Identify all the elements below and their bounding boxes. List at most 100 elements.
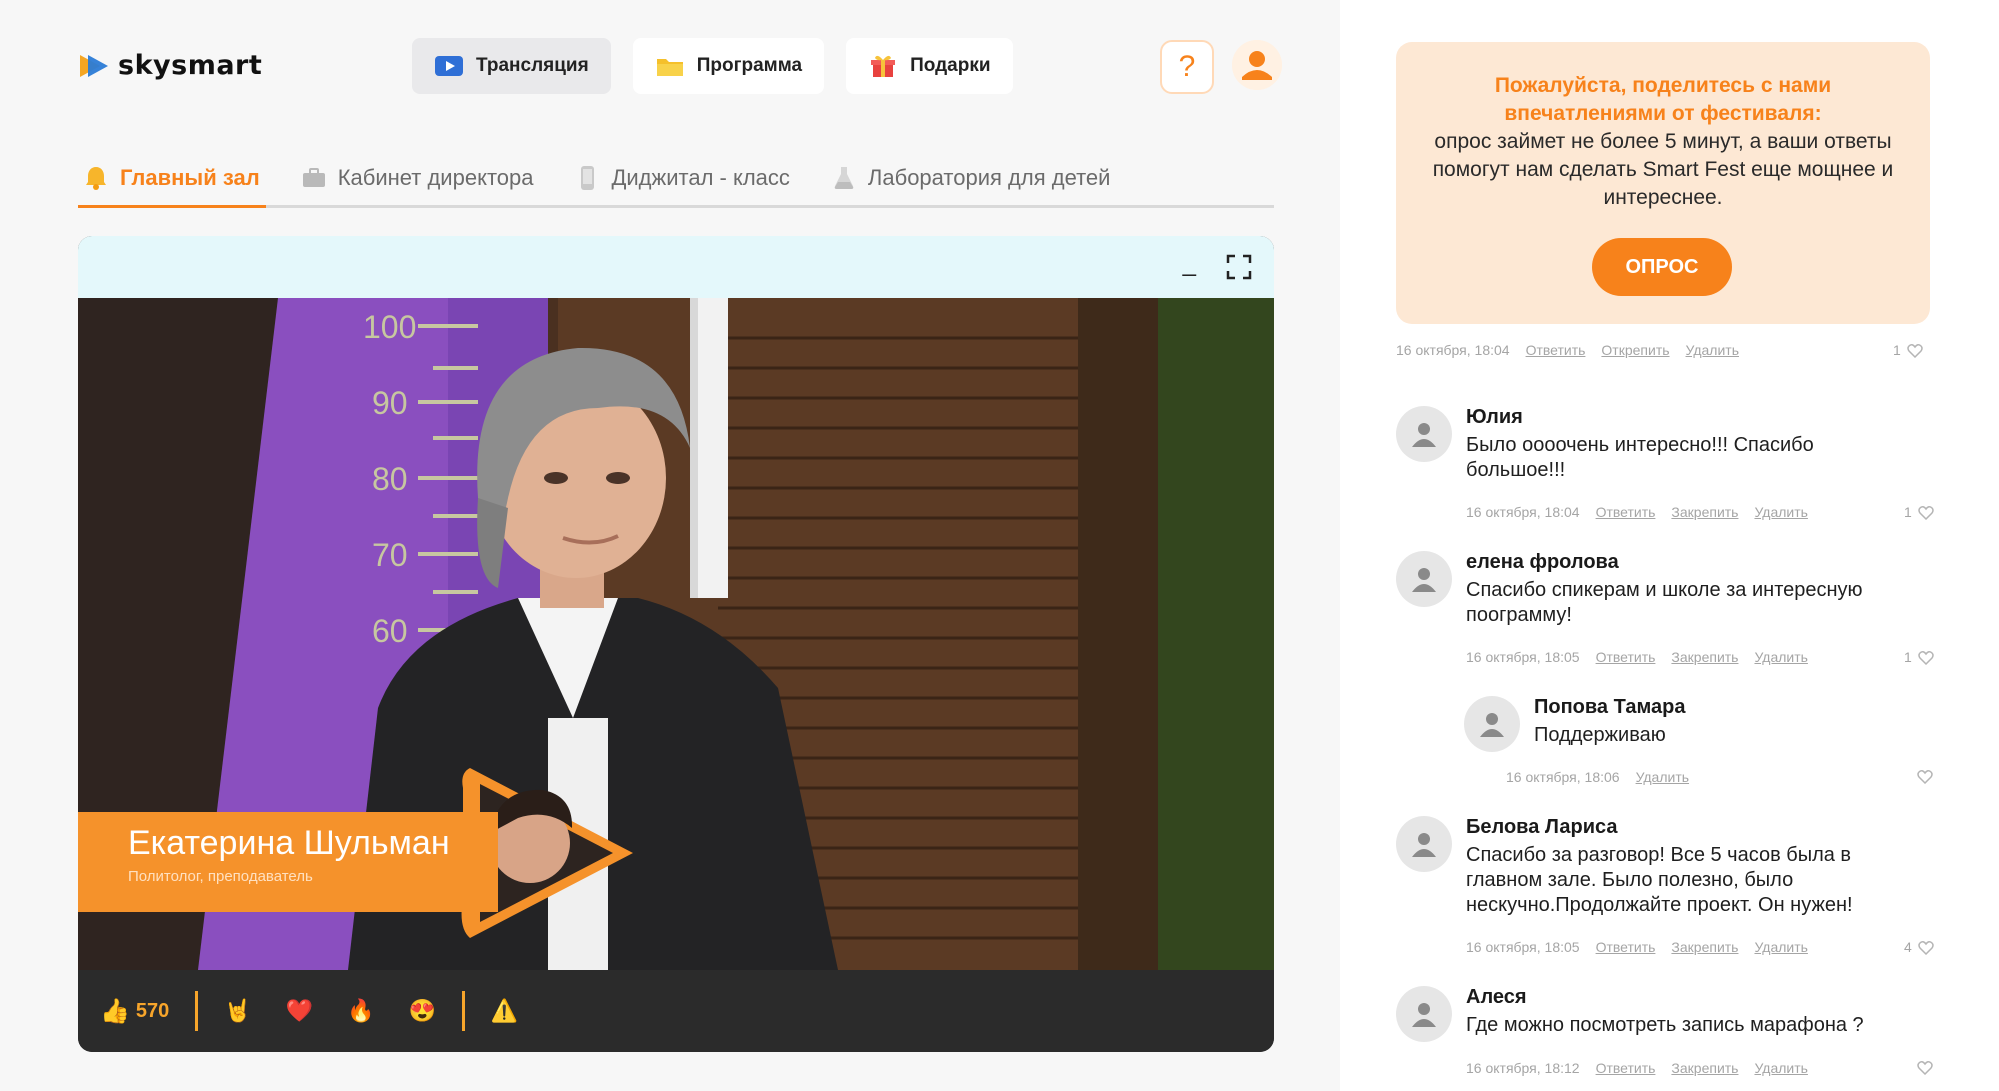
reactions-bar: 👍 570 🤘 ❤️ 🔥 😍 ⚠️ <box>78 970 1274 1052</box>
tab-director-office[interactable]: Кабинет директора <box>296 150 540 205</box>
poll-date: 16 октября, 18:04 <box>1396 342 1510 358</box>
user-placeholder-icon <box>1412 833 1436 857</box>
comment-meta: 16 октября, 18:12 Ответить Закрепить Уда… <box>1466 1060 1808 1076</box>
tab-kids-lab[interactable]: Лаборатория для детей <box>826 150 1117 205</box>
comment-pin-link[interactable]: Закрепить <box>1671 649 1738 665</box>
nav-gifts-label: Подарки <box>910 55 991 76</box>
top-navigation: Трансляция Программа Подарки <box>412 38 1013 94</box>
play-icon <box>435 56 463 76</box>
comment-avatar <box>1464 696 1520 752</box>
comment-author: Юлия <box>1466 406 1523 428</box>
comment-date: 16 октября, 18:04 <box>1466 504 1580 520</box>
poll-delete-link[interactable]: Удалить <box>1686 342 1739 358</box>
briefcase-icon <box>302 167 325 187</box>
comment-reply-link[interactable]: Ответить <box>1596 649 1656 665</box>
comment-like-button[interactable]: 1 <box>1904 504 1934 520</box>
comment-author: Белова Лариса <box>1466 816 1618 838</box>
comment-like-button[interactable]: 4 <box>1904 939 1934 955</box>
comment-like-button[interactable] <box>1917 1060 1933 1075</box>
scale-mark-70: 70 <box>372 537 408 573</box>
tab-digital-class-label: Диджитал - класс <box>611 164 790 190</box>
comment-pin-link[interactable]: Закрепить <box>1671 939 1738 955</box>
nav-program-button[interactable]: Программа <box>632 38 825 94</box>
gift-icon <box>871 55 896 77</box>
help-button[interactable]: ? <box>1160 40 1214 94</box>
like-count: 570 <box>135 999 170 1022</box>
fullscreen-icon[interactable] <box>1226 254 1252 280</box>
comment-item: Алеся Где можно посмотреть запись марафо… <box>1396 986 1936 1066</box>
comment-text: Спасибо спикерам и школе за интересную п… <box>1466 579 1863 626</box>
heart-outline-icon <box>1917 1060 1933 1075</box>
user-placeholder-icon <box>1412 423 1436 447</box>
folder-icon <box>656 59 683 76</box>
comment-date: 16 октября, 18:05 <box>1466 649 1580 665</box>
tab-main-hall[interactable]: Главный зал <box>78 150 266 208</box>
video-player: _ 100 90 80 70 60 Екатерина Шульман Поли… <box>78 236 1274 1052</box>
comment-delete-link[interactable]: Удалить <box>1636 769 1689 785</box>
comment-like-count: 1 <box>1904 504 1912 520</box>
video-frame[interactable]: 100 90 80 70 60 Екатерина Шульман Полито… <box>78 298 1274 970</box>
speaker-name: Екатерина Шульман <box>128 824 450 862</box>
comment-reply-item: Попова Тамара Поддерживаю <box>1464 696 1934 776</box>
comment-like-button[interactable]: 1 <box>1904 649 1934 665</box>
reactions-divider-2 <box>461 991 465 1031</box>
tab-digital-class[interactable]: Диджитал - класс <box>569 150 795 205</box>
hall-tabs: Главный зал Кабинет директора Диджитал -… <box>78 150 1274 208</box>
comment-author: елена фролова <box>1466 551 1619 573</box>
heart-outline-icon <box>1917 769 1933 784</box>
poll-meta: 16 октября, 18:04 Ответить Открепить Уда… <box>1396 342 1739 358</box>
minimize-button[interactable]: _ <box>1183 250 1196 278</box>
skysmart-logo[interactable]: skysmart <box>78 50 262 81</box>
poll-reply-link[interactable]: Ответить <box>1526 342 1586 358</box>
chat-panel: Пожалуйста, поделитесь с нами впечатлени… <box>1340 0 1999 1091</box>
comment-like-button[interactable] <box>1917 769 1933 784</box>
poll-button[interactable]: ОПРОС <box>1592 238 1732 296</box>
heart-outline-icon <box>1907 343 1923 358</box>
like-button[interactable]: 👍 570 <box>100 997 169 1026</box>
user-placeholder-icon <box>1480 713 1504 737</box>
comment-date: 16 октября, 18:06 <box>1506 769 1620 785</box>
heart-outline-icon <box>1918 940 1934 955</box>
fire-reaction-icon[interactable]: 🔥 <box>347 998 374 1024</box>
speaker-title: Политолог, преподаватель <box>128 868 313 885</box>
poll-title: Пожалуйста, поделитесь с нами впечатлени… <box>1494 74 1832 125</box>
poll-unpin-link[interactable]: Открепить <box>1601 342 1669 358</box>
heart-reaction-icon[interactable]: ❤️ <box>286 998 313 1024</box>
nav-broadcast-button[interactable]: Трансляция <box>412 38 611 94</box>
comment-avatar <box>1396 406 1452 462</box>
user-placeholder-icon <box>1412 1003 1436 1027</box>
comment-meta: 16 октября, 18:06 Удалить <box>1506 769 1689 785</box>
comment-meta: 16 октября, 18:05 Ответить Закрепить Уда… <box>1466 939 1808 955</box>
scale-mark-80: 80 <box>372 461 408 497</box>
comment-pin-link[interactable]: Закрепить <box>1671 504 1738 520</box>
rock-hand-reaction-icon[interactable]: 🤘 <box>224 998 251 1024</box>
comment-date: 16 октября, 18:12 <box>1466 1060 1580 1076</box>
comment-delete-link[interactable]: Удалить <box>1754 649 1807 665</box>
poll-like-button[interactable]: 1 <box>1893 342 1923 358</box>
poll-like-count: 1 <box>1893 342 1901 358</box>
nav-broadcast-label: Трансляция <box>476 55 589 76</box>
comment-avatar <box>1396 986 1452 1042</box>
comment-meta: 16 октября, 18:04 Ответить Закрепить Уда… <box>1466 504 1808 520</box>
comment-text: Где можно посмотреть запись марафона ? <box>1466 1014 1864 1036</box>
comment-delete-link[interactable]: Удалить <box>1754 939 1807 955</box>
comment-like-count: 1 <box>1904 649 1912 665</box>
comment-text: Спасибо за разговор! Все 5 часов была в … <box>1466 844 1853 916</box>
comment-reply-link[interactable]: Ответить <box>1596 504 1656 520</box>
warning-report-icon[interactable]: ⚠️ <box>491 998 518 1024</box>
comment-delete-link[interactable]: Удалить <box>1754 1060 1807 1076</box>
comment-reply-link[interactable]: Ответить <box>1596 939 1656 955</box>
heart-outline-icon <box>1918 650 1934 665</box>
comment-reply-link[interactable]: Ответить <box>1596 1060 1656 1076</box>
comment-avatar <box>1396 551 1452 607</box>
user-profile-button[interactable] <box>1232 40 1282 90</box>
comment-delete-link[interactable]: Удалить <box>1754 504 1807 520</box>
comment-pin-link[interactable]: Закрепить <box>1671 1060 1738 1076</box>
scale-mark-100: 100 <box>363 309 416 345</box>
nav-gifts-button[interactable]: Подарки <box>846 38 1013 94</box>
main-area: skysmart Трансляция Программа Подарки ? … <box>0 0 1340 1091</box>
reactions-divider <box>195 991 199 1031</box>
comment-avatar <box>1396 816 1452 872</box>
heart-eyes-reaction-icon[interactable]: 😍 <box>408 998 435 1024</box>
skysmart-logo-icon <box>80 54 108 77</box>
